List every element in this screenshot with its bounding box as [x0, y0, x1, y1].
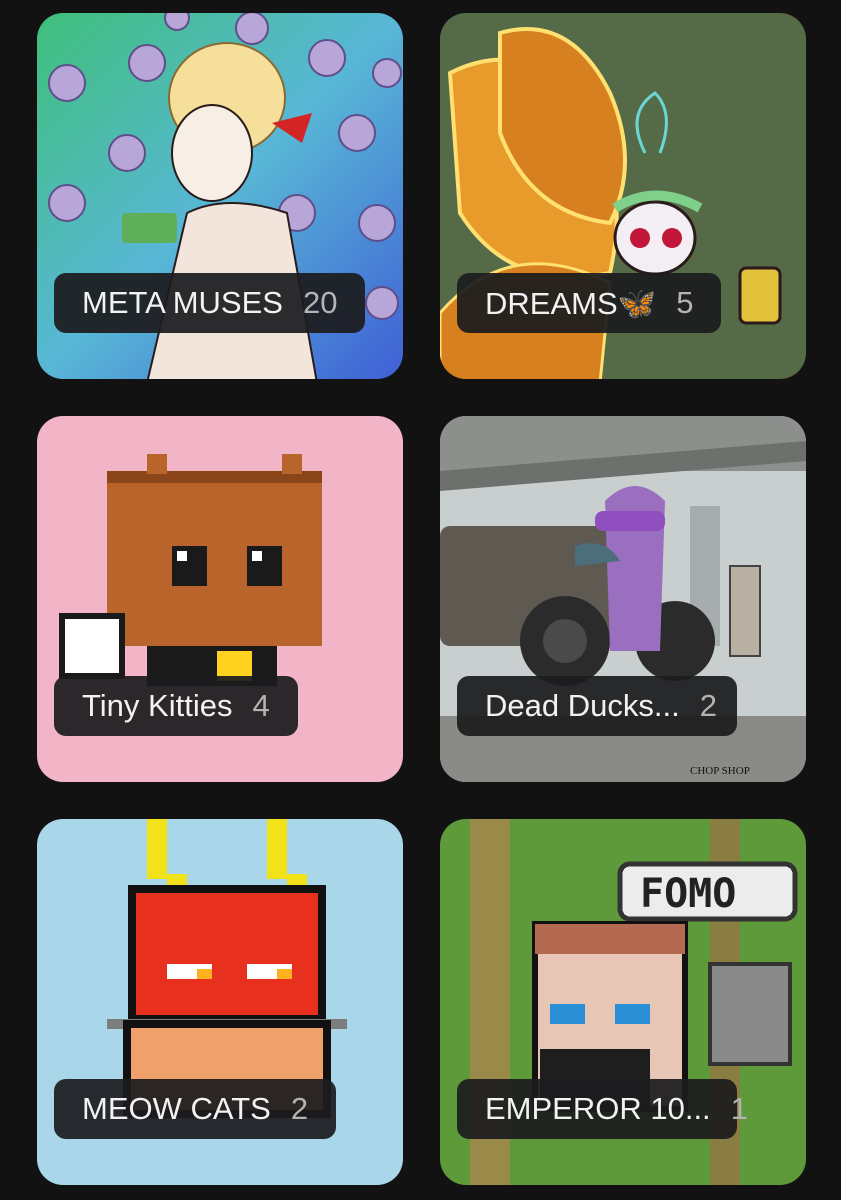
item-count: 2 — [290, 1091, 309, 1126]
collection-name: DREAMS🦋 — [485, 285, 657, 321]
collection-label: MEOW CATS 2 — [54, 1079, 337, 1139]
item-count: 20 — [302, 285, 338, 320]
collection-name: MEOW CATS — [82, 1091, 271, 1126]
collection-label: Dead Ducks... 2 — [457, 676, 737, 736]
collection-label: EMPEROR 10... 1 — [457, 1079, 748, 1139]
collection-name: EMPEROR 10... — [485, 1091, 711, 1126]
collection-name: Tiny Kitties — [82, 688, 233, 723]
collection-card-dreams[interactable]: DREAMS🦋 5 — [440, 13, 806, 379]
collection-label: Tiny Kitties 4 — [54, 676, 298, 736]
collection-card-meta-muses[interactable]: META MUSES 20 — [37, 13, 403, 379]
item-count: 2 — [699, 688, 717, 723]
svg-text:FOMO: FOMO — [640, 871, 736, 917]
item-count: 1 — [730, 1091, 748, 1126]
item-count: 4 — [252, 688, 270, 723]
svg-text:CHOP SHOP: CHOP SHOP — [690, 765, 750, 777]
collection-name: META MUSES — [82, 285, 283, 320]
collection-label: META MUSES 20 — [54, 273, 366, 333]
collection-name: Dead Ducks... — [485, 688, 680, 723]
collection-card-emperor[interactable]: FOMO EMPEROR 10... 1 — [440, 819, 806, 1185]
collection-card-meow-cats[interactable]: MEOW CATS 2 — [37, 819, 403, 1185]
collection-label: DREAMS🦋 5 — [457, 273, 722, 333]
item-count: 5 — [676, 285, 694, 320]
collection-card-dead-ducks[interactable]: CHOP SHOP Dead Ducks... 2 — [440, 416, 806, 782]
collection-card-tiny-kitties[interactable]: Tiny Kitties 4 — [37, 416, 403, 782]
